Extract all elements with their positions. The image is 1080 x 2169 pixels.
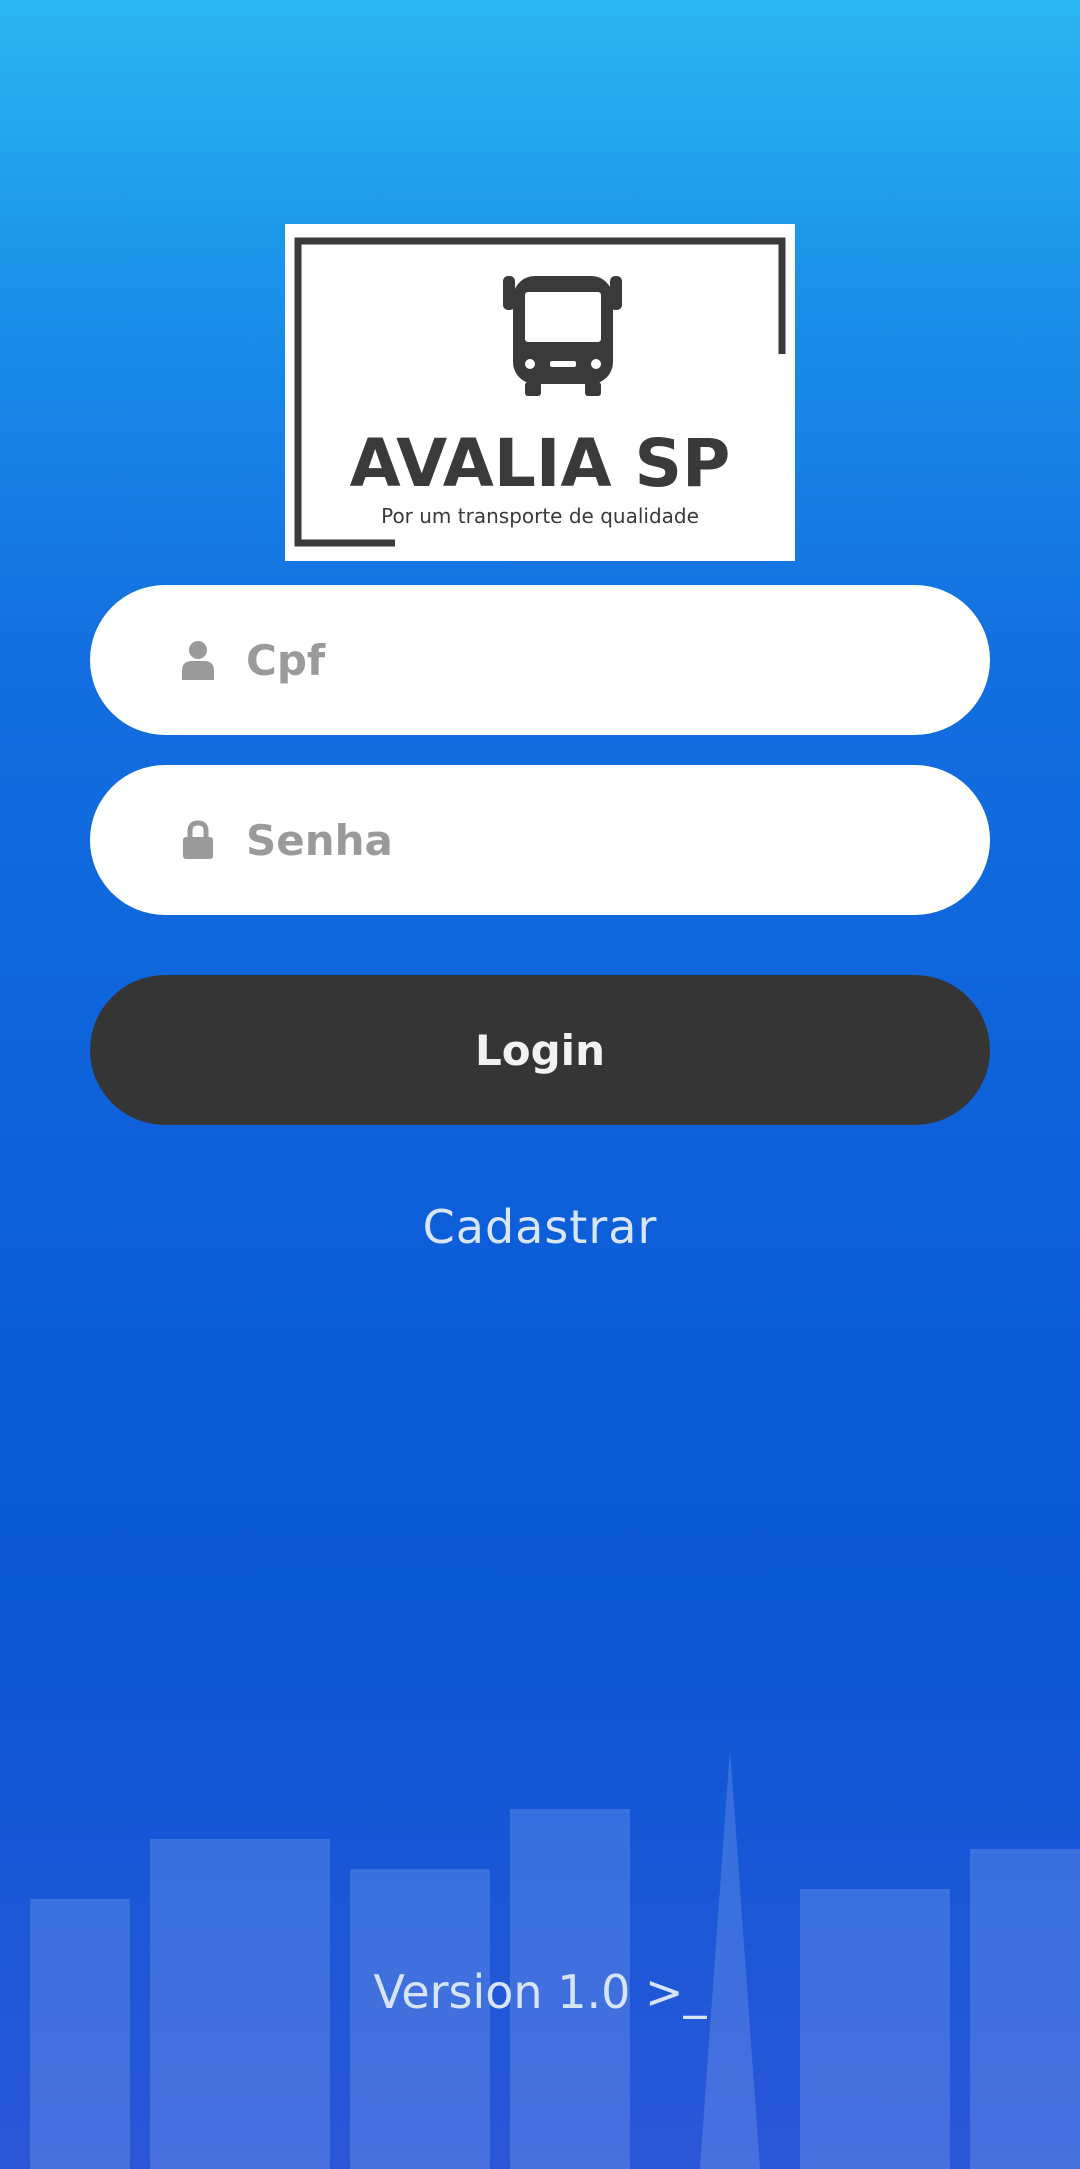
version-label: Version 1.0 >_	[373, 1965, 707, 2019]
login-screen: AVALIA SP Por um transporte de qualidade…	[0, 0, 1080, 2169]
password-field[interactable]	[90, 765, 990, 915]
register-link[interactable]: Cadastrar	[0, 1200, 1080, 1254]
cpf-input[interactable]	[246, 635, 886, 685]
lock-icon	[178, 818, 218, 862]
city-skyline-background	[30, 1749, 1080, 2169]
cpf-field[interactable]	[90, 585, 990, 735]
bus-icon	[503, 276, 622, 396]
login-button[interactable]: Login	[90, 975, 990, 1125]
password-input[interactable]	[246, 815, 886, 865]
logo-title: AVALIA SP	[350, 425, 731, 502]
logo-tagline: Por um transporte de qualidade	[381, 504, 699, 528]
user-icon	[178, 638, 218, 682]
app-logo: AVALIA SP Por um transporte de qualidade	[285, 224, 795, 561]
